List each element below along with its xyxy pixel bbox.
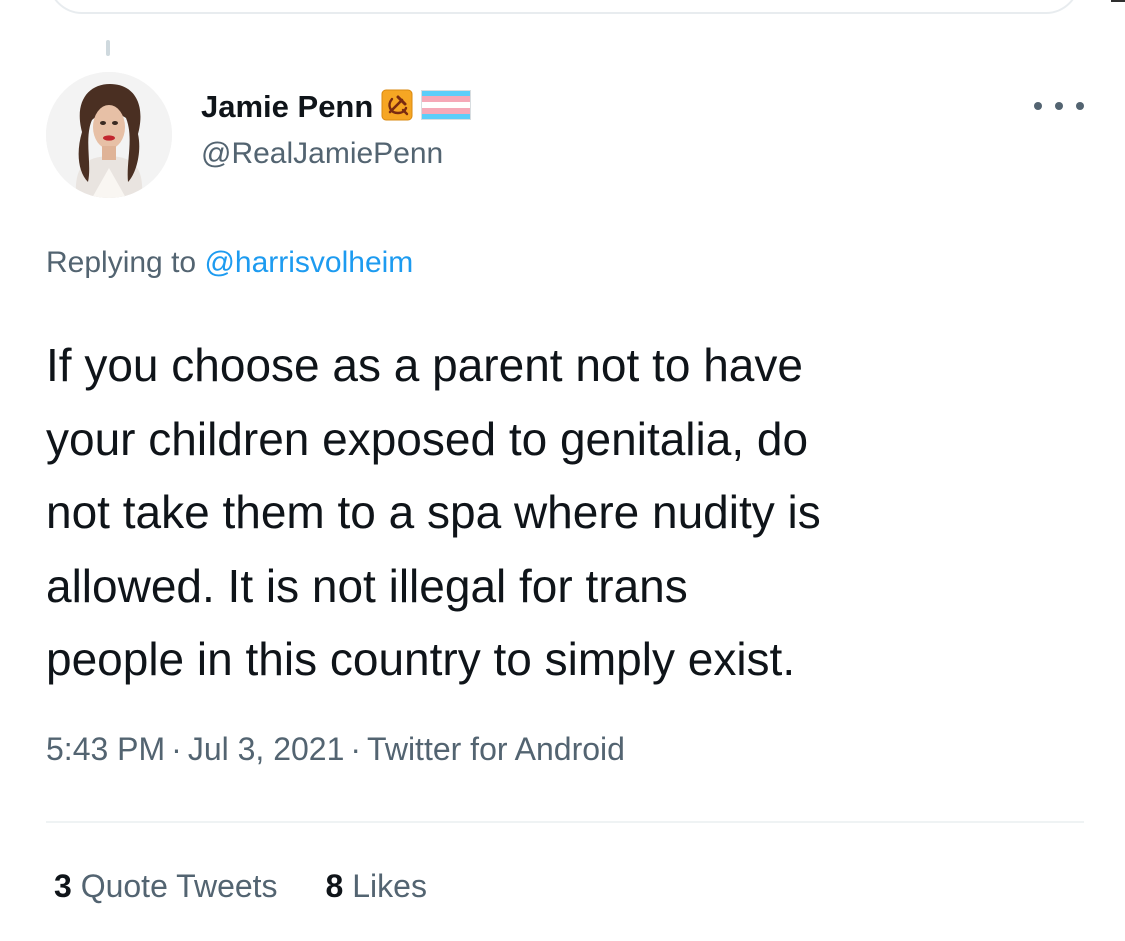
- tweet-source[interactable]: Twitter for Android: [367, 731, 625, 767]
- tweet-time[interactable]: 5:43 PM: [46, 731, 165, 767]
- reply-prefix: Replying to: [46, 246, 197, 279]
- author-display-name[interactable]: Jamie Penn: [201, 89, 373, 125]
- author-name-row[interactable]: Jamie Penn: [201, 86, 472, 128]
- more-options-icon[interactable]: [1034, 96, 1084, 116]
- corner-divider: [1111, 0, 1125, 2]
- tweet-stats: 3 Quote Tweets 8 Likes: [54, 868, 427, 905]
- tweet-text-line: your children exposed to genitalia, do: [46, 412, 809, 465]
- likes-label: Likes: [352, 868, 427, 904]
- more-dot: [1055, 102, 1063, 110]
- hammer-sickle-emoji-icon: [381, 89, 413, 126]
- tweet-metadata: 5:43 PM · Jul 3, 2021 · Twitter for Android: [46, 731, 625, 768]
- tweet-text-line: not take them to a spa where nudity is: [46, 486, 821, 538]
- reply-context: Replying to @harrisvolheim: [46, 246, 413, 280]
- previous-tweet-card-edge: [48, 0, 1080, 14]
- reply-to-handle-link[interactable]: @harrisvolheim: [204, 246, 413, 279]
- quote-tweets-count: 3: [54, 868, 72, 904]
- likes-stat[interactable]: 8 Likes: [326, 868, 427, 905]
- tweet-text-line: allowed. It is not illegal for trans: [46, 559, 688, 612]
- more-dot: [1034, 102, 1042, 110]
- transgender-flag-emoji-icon: [421, 89, 472, 125]
- meta-separator: ·: [350, 731, 362, 767]
- tweet-text: If you choose as a parent not to have yo…: [46, 329, 1086, 697]
- quote-tweets-label: Quote Tweets: [80, 868, 278, 904]
- avatar[interactable]: [46, 72, 172, 198]
- quote-tweets-stat[interactable]: 3 Quote Tweets: [54, 868, 278, 905]
- likes-count: 8: [325, 868, 344, 904]
- meta-separator: ·: [171, 731, 182, 767]
- tweet-date[interactable]: Jul 3, 2021: [188, 731, 345, 767]
- thread-connector-line: [106, 40, 110, 56]
- tweet-text-line: If you choose as a parent not to have: [46, 339, 803, 391]
- tweet-text-line: people in this country to simply exist.: [46, 633, 796, 685]
- author-handle[interactable]: @RealJamiePenn: [201, 137, 443, 171]
- more-dot: [1076, 102, 1084, 110]
- stats-divider: [46, 821, 1084, 823]
- avatar-image: [46, 72, 172, 198]
